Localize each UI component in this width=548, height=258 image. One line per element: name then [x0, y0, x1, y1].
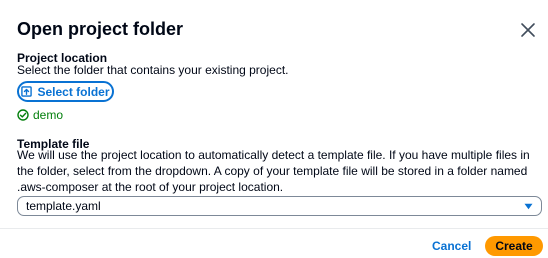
template-file-selected-value: template.yaml	[26, 199, 101, 213]
select-folder-button[interactable]: Select folder	[17, 81, 114, 102]
template-file-description: We will use the project location to auto…	[17, 148, 530, 194]
create-button[interactable]: Create	[485, 236, 543, 256]
project-location-description: Select the folder that contains your exi…	[17, 63, 289, 77]
caret-down-icon	[524, 203, 533, 209]
check-circle-icon	[17, 109, 29, 121]
footer-divider	[0, 228, 548, 229]
close-icon[interactable]	[519, 21, 537, 39]
select-folder-button-label: Select folder	[37, 84, 110, 99]
dialog-title: Open project folder	[17, 19, 184, 39]
upload-icon	[21, 86, 33, 97]
cancel-button[interactable]: Cancel	[432, 239, 471, 253]
template-file-select[interactable]: template.yaml	[17, 196, 542, 216]
open-project-folder-dialog: Open project folder Project location Sel…	[0, 0, 548, 258]
selected-folder-status: demo	[17, 108, 63, 122]
selected-folder-name: demo	[33, 108, 64, 122]
